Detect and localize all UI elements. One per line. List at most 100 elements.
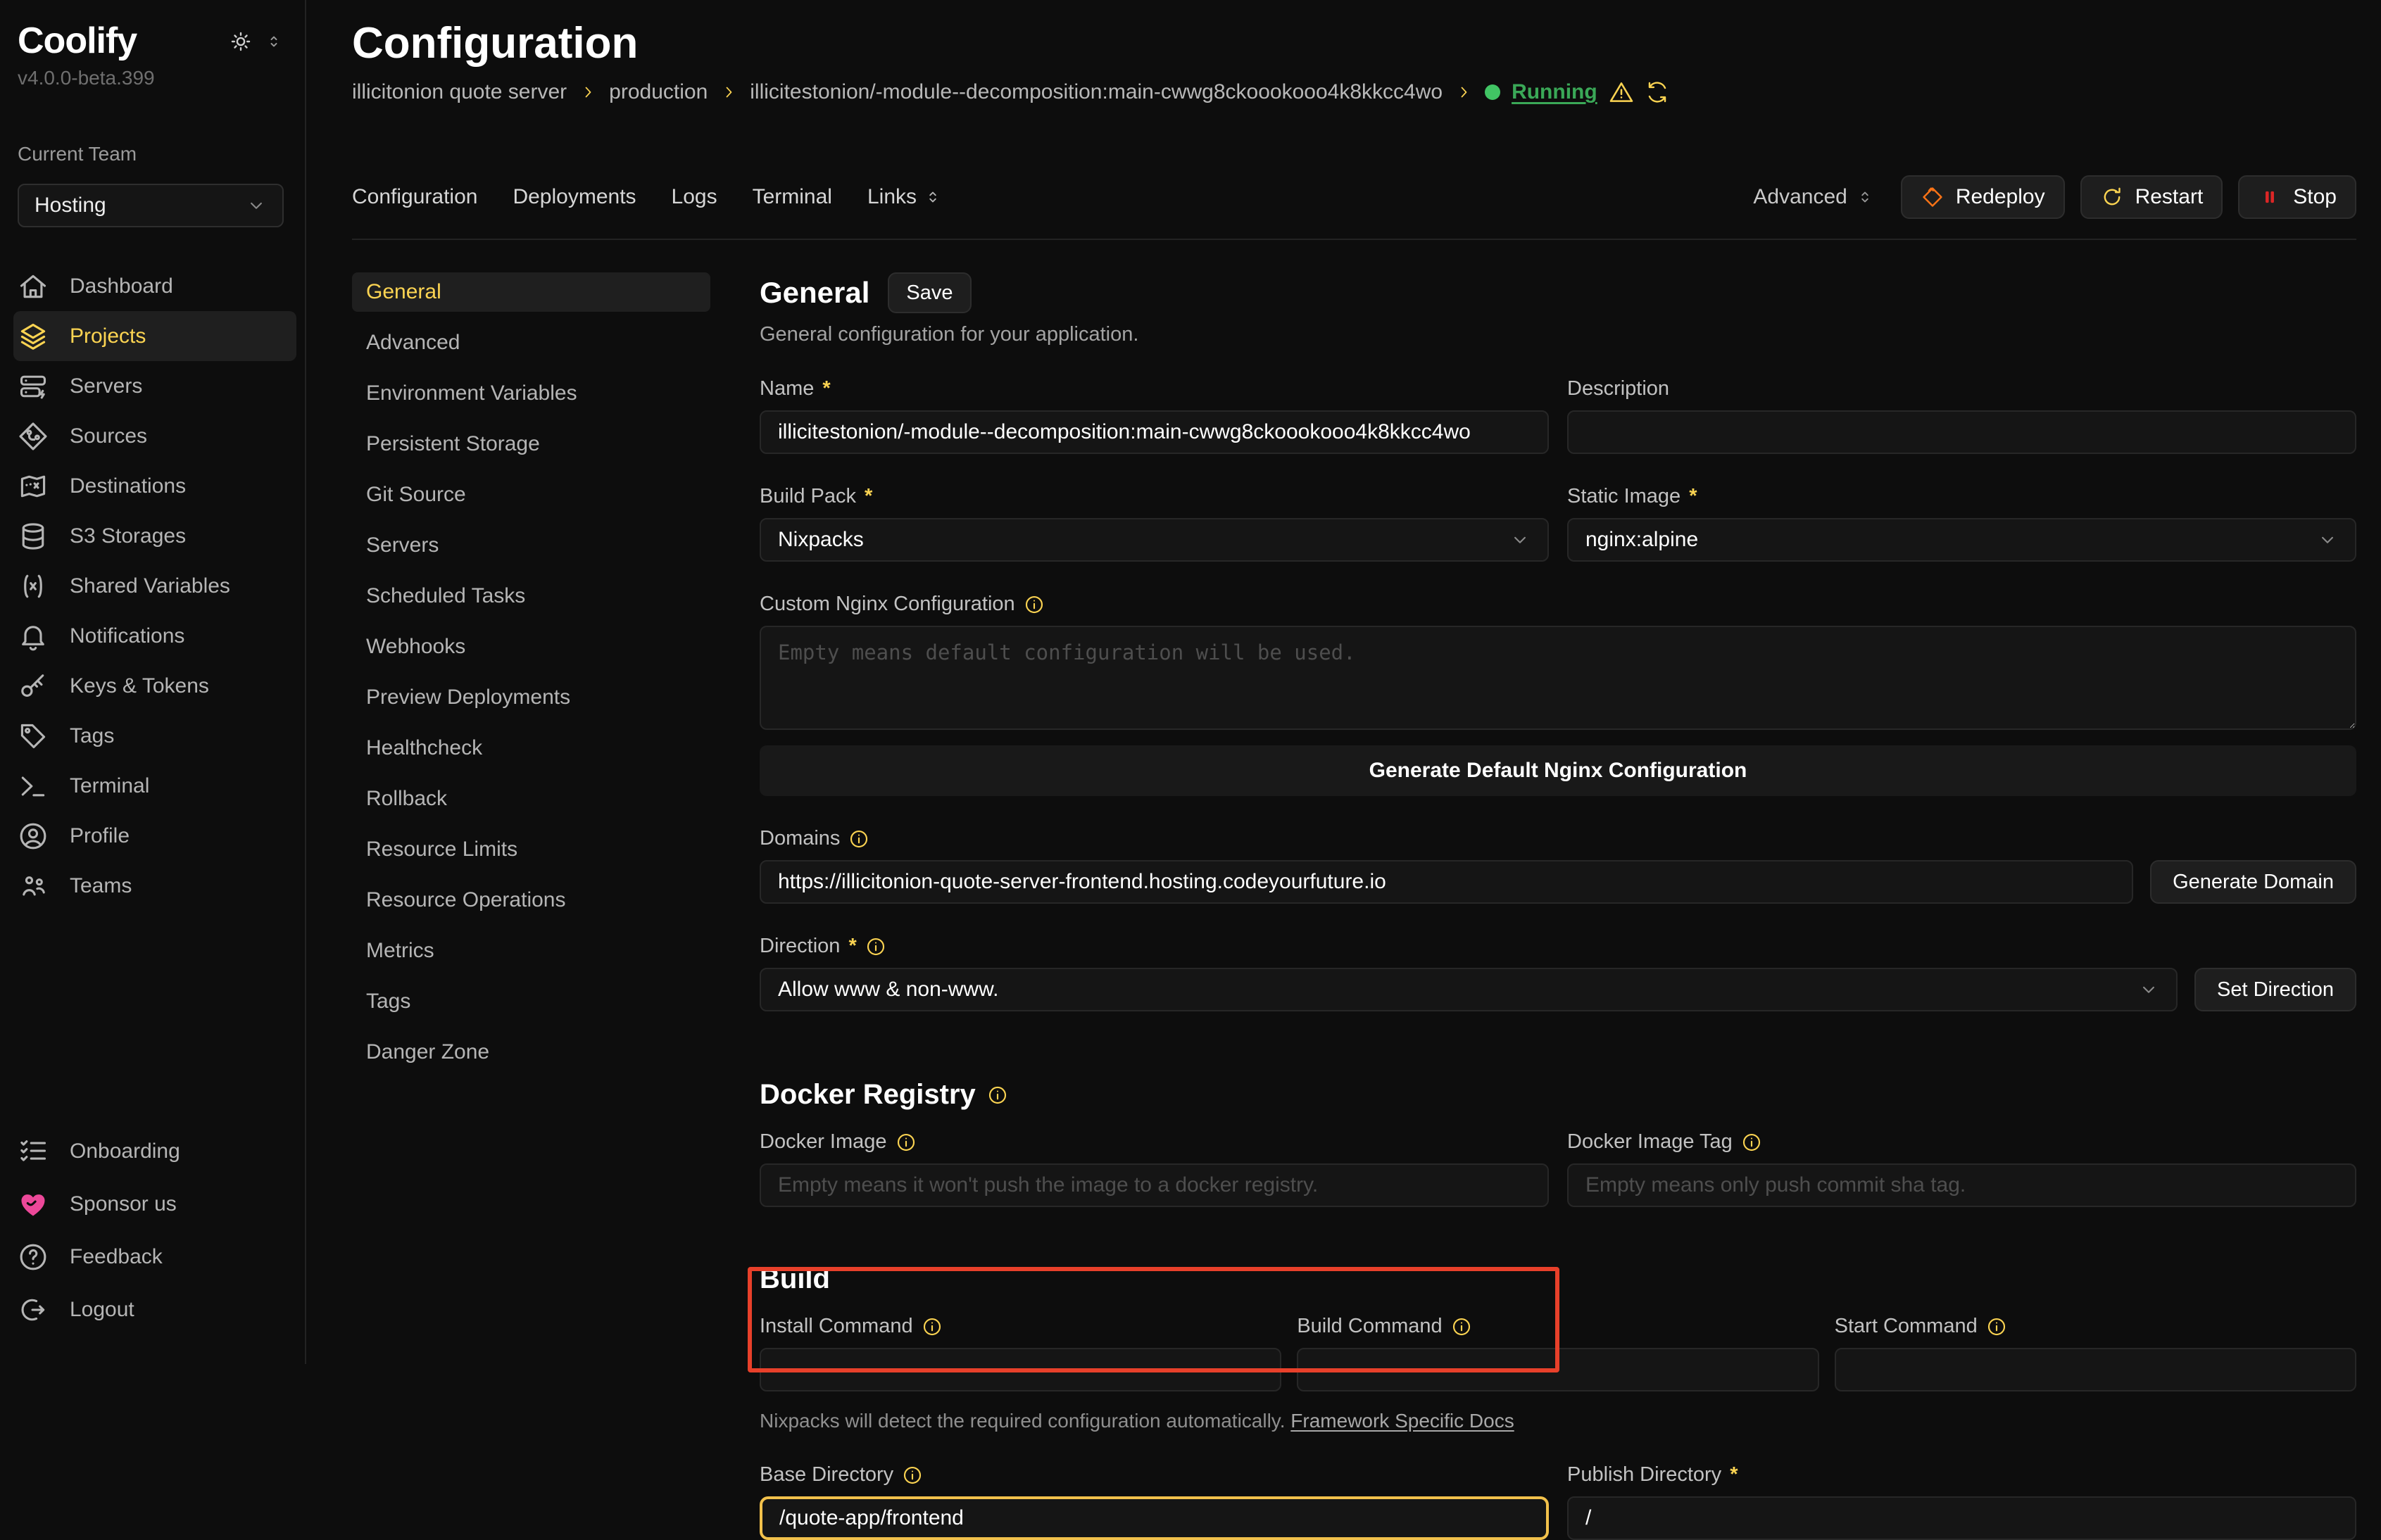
sidebar-item-logout[interactable]: Logout (13, 1283, 296, 1336)
sidebar-item-sources[interactable]: Sources (13, 411, 296, 461)
framework-docs-link[interactable]: Framework Specific Docs (1290, 1410, 1514, 1432)
collapse-sidebar-icon[interactable] (264, 32, 284, 51)
label-text: Base Directory (760, 1463, 893, 1487)
sidebar-item-keys-tokens[interactable]: Keys & Tokens (13, 661, 296, 711)
subnav-servers[interactable]: Servers (352, 526, 710, 565)
breadcrumb-environment[interactable]: production (609, 80, 708, 104)
sidebar-item-projects[interactable]: Projects (13, 311, 296, 361)
breadcrumb-application[interactable]: illicitestonion/-module--decomposition:m… (750, 80, 1443, 104)
redeploy-button[interactable]: Redeploy (1901, 175, 2065, 219)
subnav-healthcheck[interactable]: Healthcheck (352, 728, 710, 768)
tab-label: Terminal (753, 185, 832, 209)
info-icon[interactable] (922, 1316, 943, 1337)
custom-nginx-textarea[interactable] (760, 626, 2356, 730)
sidebar-item-tags[interactable]: Tags (13, 711, 296, 761)
subnav-danger-zone[interactable]: Danger Zone (352, 1033, 710, 1072)
sidebar-footer-nav: Onboarding Sponsor us Feedback Logout (18, 1125, 284, 1336)
sidebar-item-onboarding[interactable]: Onboarding (13, 1125, 296, 1178)
sidebar-item-notifications[interactable]: Notifications (13, 611, 296, 661)
info-icon[interactable] (1024, 594, 1045, 615)
sidebar-item-label: Tags (70, 724, 114, 748)
stop-button[interactable]: Stop (2238, 175, 2356, 219)
docker-image-tag-input[interactable] (1567, 1163, 2356, 1207)
install-command-input[interactable] (760, 1348, 1281, 1391)
tab-links[interactable]: Links (867, 185, 942, 209)
status-running-link[interactable]: Running (1512, 80, 1597, 104)
set-direction-button[interactable]: Set Direction (2194, 968, 2356, 1011)
publish-directory-input[interactable] (1567, 1496, 2356, 1540)
build-pack-select[interactable]: Nixpacks (760, 518, 1549, 562)
base-directory-input[interactable] (760, 1496, 1549, 1540)
subnav-webhooks[interactable]: Webhooks (352, 627, 710, 667)
warning-triangle-icon[interactable] (1609, 80, 1634, 105)
name-input[interactable] (760, 410, 1549, 454)
save-button[interactable]: Save (888, 272, 971, 313)
static-image-select[interactable]: nginx:alpine (1567, 518, 2356, 562)
info-icon[interactable] (902, 1465, 923, 1486)
sidebar-item-dashboard[interactable]: Dashboard (13, 261, 296, 311)
info-icon[interactable] (848, 828, 869, 850)
breadcrumb-project[interactable]: illicitonion quote server (352, 80, 567, 104)
subnav-preview-deployments[interactable]: Preview Deployments (352, 678, 710, 717)
sidebar-item-terminal[interactable]: Terminal (13, 761, 296, 811)
theme-sun-icon[interactable] (229, 30, 253, 53)
info-icon[interactable] (1986, 1316, 2007, 1337)
subnav-scheduled-tasks[interactable]: Scheduled Tasks (352, 576, 710, 616)
sidebar-item-profile[interactable]: Profile (13, 811, 296, 861)
refresh-icon[interactable] (1645, 80, 1669, 104)
static-image-field-group: Static Image* nginx:alpine (1567, 454, 2356, 562)
docker-image-input[interactable] (760, 1163, 1549, 1207)
sidebar-item-label: Profile (70, 824, 130, 848)
tab-label: Deployments (513, 185, 636, 209)
info-icon[interactable] (1451, 1316, 1472, 1337)
tab-terminal[interactable]: Terminal (753, 185, 832, 209)
stop-label: Stop (2293, 185, 2337, 209)
sidebar-item-label: Terminal (70, 774, 149, 798)
subnav-metrics[interactable]: Metrics (352, 931, 710, 971)
save-label: Save (906, 282, 953, 305)
sidebar-item-teams[interactable]: Teams (13, 861, 296, 911)
subnav-persistent-storage[interactable]: Persistent Storage (352, 424, 710, 464)
start-command-input[interactable] (1835, 1348, 2356, 1391)
info-icon[interactable] (865, 936, 886, 957)
info-icon[interactable] (1741, 1132, 1762, 1153)
subnav-git-source[interactable]: Git Source (352, 475, 710, 515)
chevron-up-down-icon (924, 188, 942, 206)
team-select-value: Hosting (34, 194, 106, 217)
sidebar-nav: Dashboard Projects Servers Sources Desti… (18, 261, 284, 911)
generate-nginx-config-button[interactable]: Generate Default Nginx Configuration (760, 745, 2356, 796)
general-form: General Save General configuration for y… (760, 272, 2356, 1540)
tab-deployments[interactable]: Deployments (513, 185, 636, 209)
info-icon[interactable] (896, 1132, 917, 1153)
sidebar-item-feedback[interactable]: Feedback (13, 1230, 296, 1283)
subnav-resource-operations[interactable]: Resource Operations (352, 881, 710, 920)
build-command-input[interactable] (1297, 1348, 1818, 1391)
domains-input[interactable] (760, 860, 2133, 904)
subnav-rollback[interactable]: Rollback (352, 779, 710, 819)
publish-directory-label: Publish Directory * (1567, 1463, 2356, 1487)
sidebar-item-destinations[interactable]: Destinations (13, 461, 296, 511)
subnav-environment-variables[interactable]: Environment Variables (352, 374, 710, 413)
tab-configuration[interactable]: Configuration (352, 185, 477, 209)
sidebar-item-servers[interactable]: Servers (13, 361, 296, 411)
advanced-dropdown[interactable]: Advanced (1753, 185, 1873, 209)
install-command-label: Install Command (760, 1315, 1281, 1338)
home-icon (18, 271, 49, 302)
sidebar-item-s3-storages[interactable]: S3 Storages (13, 511, 296, 561)
sidebar-item-shared-variables[interactable]: Shared Variables (13, 561, 296, 611)
generate-domain-button[interactable]: Generate Domain (2150, 860, 2356, 904)
info-icon[interactable] (987, 1085, 1008, 1106)
logo-row: Coolify (18, 21, 284, 61)
description-input[interactable] (1567, 410, 2356, 454)
sidebar-item-label: Destinations (70, 474, 186, 498)
subnav-resource-limits[interactable]: Resource Limits (352, 830, 710, 869)
subnav-general[interactable]: General (352, 272, 710, 312)
sidebar-item-sponsor-us[interactable]: Sponsor us (13, 1178, 296, 1230)
direction-select[interactable]: Allow www & non-www. (760, 968, 2178, 1011)
subnav-tags[interactable]: Tags (352, 982, 710, 1021)
subnav-advanced[interactable]: Advanced (352, 323, 710, 362)
restart-button[interactable]: Restart (2080, 175, 2223, 219)
tab-logs[interactable]: Logs (672, 185, 717, 209)
team-select[interactable]: Hosting (18, 184, 284, 227)
label-text: Direction (760, 935, 840, 958)
